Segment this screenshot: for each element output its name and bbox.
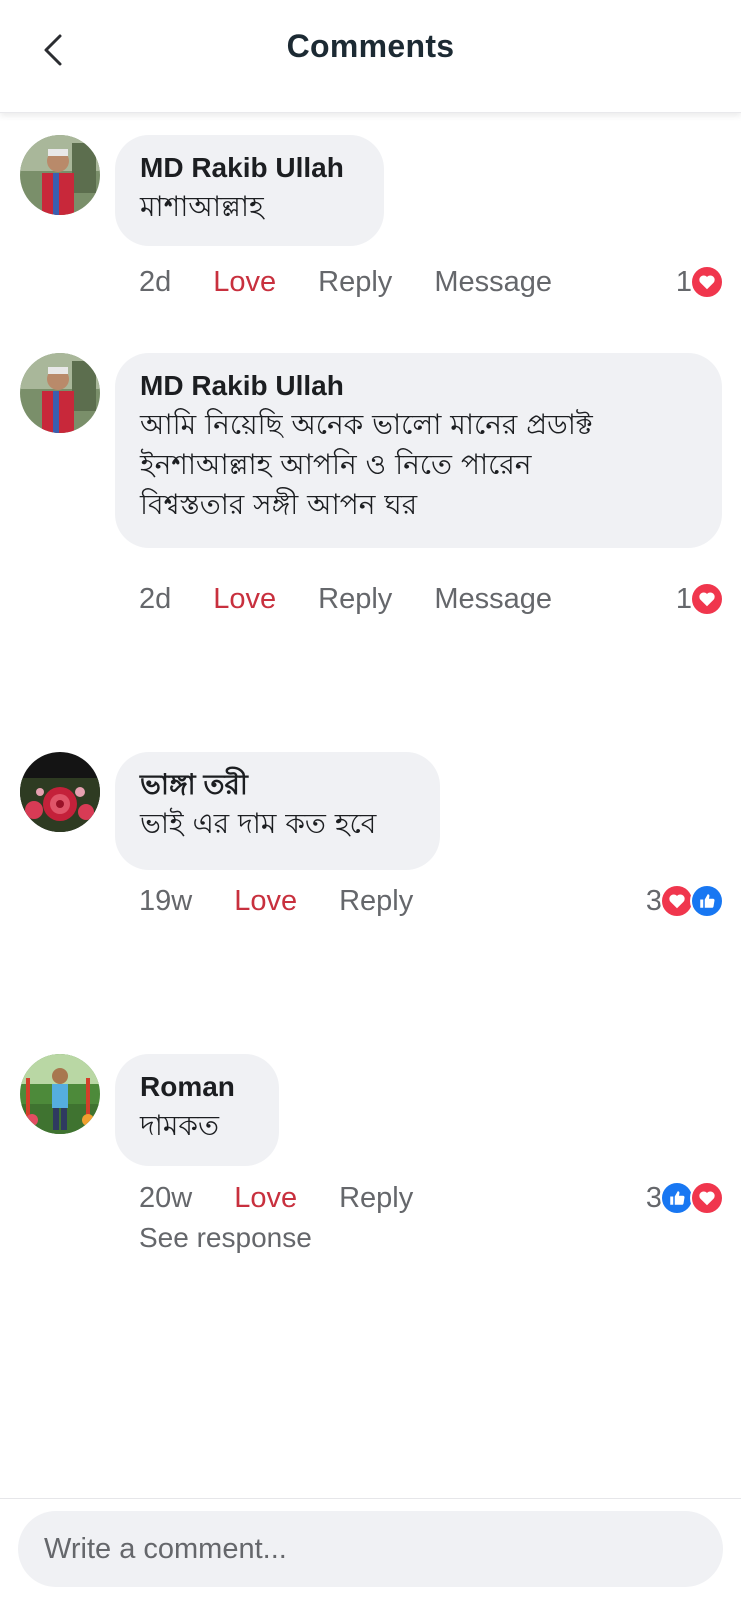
reply-button[interactable]: Reply — [339, 1182, 413, 1215]
love-button[interactable]: Love — [234, 885, 297, 918]
love-button[interactable]: Love — [213, 583, 276, 616]
comment-actions: 2d Love Reply Message — [139, 262, 552, 302]
comment-input[interactable] — [18, 1511, 723, 1587]
comment-text: ইনশাআল্লাহ আপনি ও নিতে পারেন — [140, 448, 532, 481]
love-button[interactable]: Love — [213, 266, 276, 299]
comment-text: আমি নিয়েছি অনেক ভালো মানের প্রডাক্ট — [140, 408, 593, 441]
reply-button[interactable]: Reply — [339, 885, 413, 918]
comment-actions: 2d Love Reply Message — [139, 579, 552, 619]
comment-time: 20w — [139, 1181, 193, 1214]
comment-time: 19w — [139, 884, 193, 917]
avatar[interactable] — [20, 353, 100, 433]
reply-button[interactable]: Reply — [318, 583, 392, 616]
comment-text: বিশ্বস্ততার সঙ্গী আপন ঘর — [140, 488, 418, 521]
reaction-summary[interactable]: 3 — [646, 1178, 724, 1218]
comment-author[interactable]: Roman — [140, 1068, 253, 1106]
comment-bubble: MD Rakib Ullah আমি নিয়েছি অনেক ভালো মান… — [115, 353, 722, 548]
comment-bubble: Roman দামকত — [115, 1054, 279, 1166]
heart-icon — [690, 1181, 724, 1215]
comment-actions: 19w Love Reply — [139, 881, 455, 921]
comment-author[interactable]: MD Rakib Ullah — [140, 149, 358, 187]
comment-actions: 20w Love Reply — [139, 1178, 455, 1218]
like-icon — [660, 1181, 694, 1215]
comment-time: 2d — [139, 265, 172, 298]
comment-text: ভাই এর দাম কত হবে — [140, 807, 377, 840]
avatar[interactable] — [20, 1054, 100, 1134]
comment-bubble: MD Rakib Ullah মাশাআল্লাহ — [115, 135, 384, 246]
comment-author[interactable]: MD Rakib Ullah — [140, 367, 696, 405]
like-icon — [690, 884, 724, 918]
reply-button[interactable]: Reply — [318, 266, 392, 299]
heart-icon — [690, 582, 724, 616]
reaction-summary[interactable]: 3 — [646, 881, 724, 921]
comment-time: 2d — [139, 582, 172, 615]
avatar[interactable] — [20, 135, 100, 215]
reaction-summary[interactable]: 1 — [676, 262, 724, 302]
avatar[interactable] — [20, 752, 100, 832]
message-button[interactable]: Message — [434, 266, 552, 299]
comment-bubble: ভাঙ্গা তরী ভাই এর দাম কত হবে — [115, 752, 440, 870]
love-button[interactable]: Love — [234, 1182, 297, 1215]
page-title: Comments — [286, 28, 455, 64]
message-button[interactable]: Message — [434, 583, 552, 616]
heart-icon — [690, 265, 724, 299]
reaction-summary[interactable]: 1 — [676, 579, 724, 619]
heart-icon — [660, 884, 694, 918]
comment-composer — [0, 1498, 741, 1601]
comment-text: দামকত — [140, 1109, 219, 1142]
comment-author[interactable]: ভাঙ্গা তরী — [140, 766, 414, 804]
comments-header: Comments — [0, 0, 741, 113]
see-response-link[interactable]: See response — [139, 1222, 312, 1254]
comment-text: মাশাআল্লাহ — [140, 190, 264, 223]
